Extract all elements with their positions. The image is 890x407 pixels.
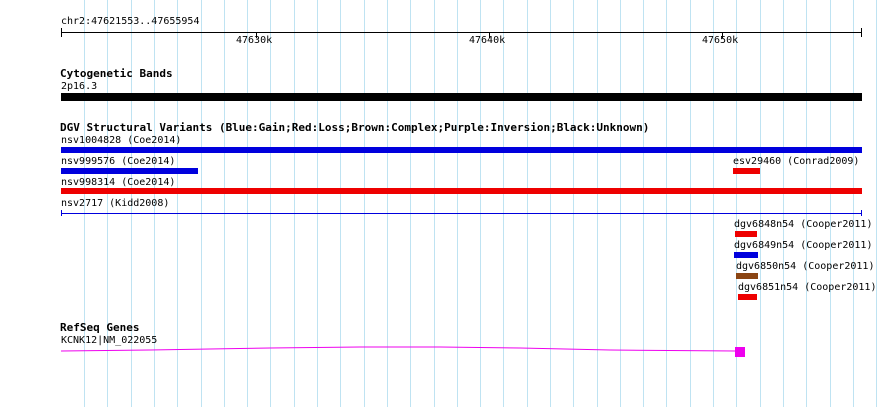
genome-browser-panel: chr2:47621553..47655954 47630k 47640k 47…	[0, 0, 890, 407]
refseq-gene-exon	[735, 347, 745, 357]
refseq-gene-kcnk12[interactable]	[0, 0, 890, 407]
refseq-gene-intron-line	[60, 346, 737, 352]
